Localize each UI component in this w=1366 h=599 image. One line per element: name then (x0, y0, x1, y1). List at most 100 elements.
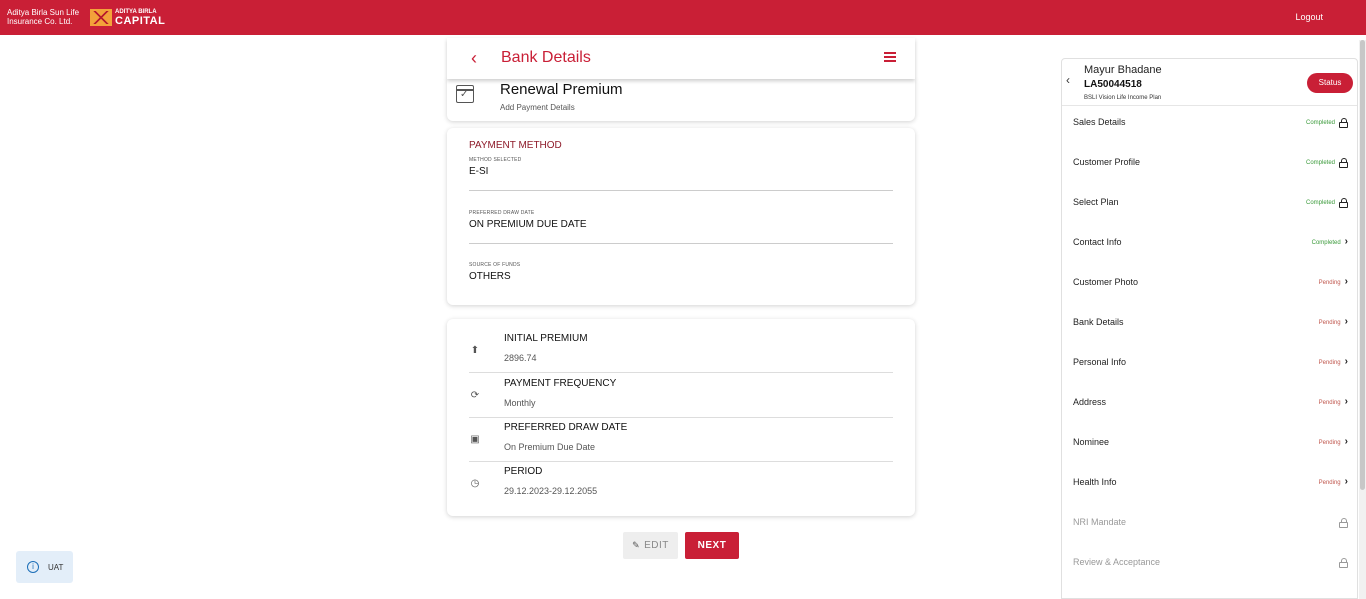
premium-summary-card: ⬆ INITIAL PREMIUM 2896.74 ⟳ PAYMENT FREQ… (447, 319, 915, 516)
summary-label: PREFERRED DRAW DATE (504, 422, 628, 433)
sidebar-item[interactable]: Select Plan Completed (1062, 184, 1357, 224)
lock-icon (1339, 518, 1348, 528)
sidebar-item[interactable]: Address Pending › (1062, 384, 1357, 424)
chevron-right-icon: › (1344, 276, 1348, 287)
summary-row: ◷ PERIOD 29.12.2023-29.12.2055 (469, 462, 893, 506)
status-text: Pending (1318, 279, 1341, 286)
top-bar: Aditya Birla Sun Life Insurance Co. Ltd.… (0, 0, 1366, 35)
sidebar-item-label: Address (1073, 397, 1107, 407)
status-text: Completed (1311, 239, 1341, 246)
method-selected-field: METHOD SELECTED E-SI (469, 157, 893, 191)
summary-label: INITIAL PREMIUM (504, 333, 588, 344)
summary-value: 29.12.2023-29.12.2055 (504, 486, 598, 496)
clock-icon: ◷ (470, 478, 480, 489)
payment-method-heading: PAYMENT METHOD (469, 140, 562, 151)
sidebar-item-label: NRI Mandate (1073, 517, 1127, 527)
sidebar-item[interactable]: Nominee Pending › (1062, 424, 1357, 464)
aditya-birla-capital-logo: ADITYA BIRLA CAPITAL (90, 8, 165, 27)
renewal-subtitle: Add Payment Details (500, 103, 575, 112)
status-button[interactable]: Status (1307, 73, 1353, 93)
summary-value: On Premium Due Date (504, 442, 596, 452)
sidebar-item-label: Sales Details (1073, 117, 1126, 127)
payment-method-card: PAYMENT METHOD METHOD SELECTED E-SI PREF… (447, 128, 915, 305)
calendar-check-icon (456, 85, 474, 103)
sidebar-item-status (1335, 558, 1348, 568)
summary-value: 2896.74 (504, 353, 537, 363)
edit-button[interactable]: ✎ EDIT (623, 532, 678, 559)
field-value: ON PREMIUM DUE DATE (469, 219, 587, 230)
summary-label: PAYMENT FREQUENCY (504, 378, 617, 389)
summary-row: ⟳ PAYMENT FREQUENCY Monthly (469, 374, 893, 418)
chevron-right-icon: › (1344, 356, 1348, 367)
scrollbar[interactable] (1359, 40, 1366, 599)
calendar-check-icon: ▣ (470, 434, 480, 445)
field-label: SOURCE OF FUNDS (469, 262, 521, 268)
status-text: Pending (1318, 359, 1341, 366)
chevron-right-icon: › (1344, 236, 1348, 247)
sidebar-item-status: Pending › (1318, 356, 1348, 367)
info-icon: i (27, 561, 39, 573)
sidebar-item-label: Review & Acceptance (1073, 557, 1161, 567)
sidebar-item-label: Health Info (1073, 477, 1117, 487)
abc-logo-icon (90, 8, 112, 26)
uat-label: UAT (48, 562, 64, 572)
chevron-right-icon: › (1344, 316, 1348, 327)
lock-icon (1339, 198, 1348, 208)
sidebar-collapse-chevron-icon[interactable]: ‹ (1066, 73, 1070, 87)
renewal-card: Renewal Premium Add Payment Details (447, 79, 915, 121)
page-title: Bank Details (501, 49, 591, 66)
sidebar-item[interactable]: Bank Details Pending › (1062, 304, 1357, 344)
sidebar-item-status: Pending › (1318, 276, 1348, 287)
customer-name: Mayur Bhadane (1084, 64, 1162, 76)
lock-icon (1339, 158, 1348, 168)
sidebar-item[interactable]: Customer Profile Completed (1062, 144, 1357, 184)
summary-row: ▣ PREFERRED DRAW DATE On Premium Due Dat… (469, 418, 893, 462)
sidebar-item[interactable]: Personal Info Pending › (1062, 344, 1357, 384)
sidebar-item-status: Completed (1306, 158, 1348, 168)
chevron-right-icon: › (1344, 396, 1348, 407)
sidebar-item-label: Personal Info (1073, 357, 1127, 367)
source-of-funds-field: SOURCE OF FUNDS OTHERS (469, 262, 893, 292)
sidebar-item: Review & Acceptance (1062, 544, 1357, 584)
sidebar-item: NRI Mandate (1062, 504, 1357, 544)
brand-line1: Aditya Birla Sun Life (7, 8, 80, 17)
edit-pen-icon: ✎ (632, 540, 641, 550)
absli-logo: Aditya Birla Sun Life Insurance Co. Ltd. (7, 8, 87, 26)
back-chevron-icon[interactable]: ‹ (471, 48, 477, 69)
sidebar-item-label: Nominee (1073, 437, 1110, 447)
brand-line2: Insurance Co. Ltd. (7, 17, 73, 26)
sidebar-item[interactable]: Health Info Pending › (1062, 464, 1357, 504)
status-text: Pending (1318, 479, 1341, 486)
plan-name: BSLI Vision Life Income Plan (1084, 95, 1162, 101)
application-id: LA50044518 (1084, 79, 1142, 90)
status-text: Completed (1305, 160, 1335, 166)
hamburger-menu-icon[interactable] (884, 52, 896, 62)
summary-row: ⬆ INITIAL PREMIUM 2896.74 (469, 329, 893, 373)
refresh-icon: ⟳ (470, 390, 480, 401)
logout-link[interactable]: Logout (1295, 12, 1323, 22)
application-sidebar: ‹ Mayur Bhadane LA50044518 BSLI Vision L… (1061, 58, 1358, 599)
status-text: Pending (1318, 399, 1341, 406)
edit-label: EDIT (644, 540, 669, 551)
lock-icon (1339, 118, 1348, 128)
arrow-up-circle-icon: ⬆ (470, 345, 480, 356)
scrollbar-thumb[interactable] (1360, 40, 1365, 490)
sidebar-item[interactable]: Contact Info Completed › (1062, 224, 1357, 264)
sidebar-item-status: Pending › (1318, 476, 1348, 487)
summary-label: PERIOD (504, 466, 543, 477)
sidebar-item[interactable]: Customer Photo Pending › (1062, 264, 1357, 304)
uat-badge[interactable]: i UAT (16, 551, 73, 583)
sidebar-item-label: Contact Info (1073, 237, 1122, 247)
status-text: Pending (1318, 319, 1341, 326)
sidebar-item[interactable]: Sales Details Completed (1062, 104, 1357, 144)
next-button[interactable]: NEXT (685, 532, 739, 559)
chevron-right-icon: › (1344, 476, 1348, 487)
status-text: Completed (1305, 200, 1335, 206)
status-text: Completed (1305, 120, 1335, 126)
sidebar-item-label: Bank Details (1073, 317, 1124, 327)
field-label: METHOD SELECTED (469, 157, 522, 163)
preferred-draw-date-field: PREFERRED DRAW DATE ON PREMIUM DUE DATE (469, 210, 893, 244)
sidebar-item-status: Pending › (1318, 396, 1348, 407)
field-value: OTHERS (469, 271, 511, 282)
sidebar-item-status (1335, 518, 1348, 528)
